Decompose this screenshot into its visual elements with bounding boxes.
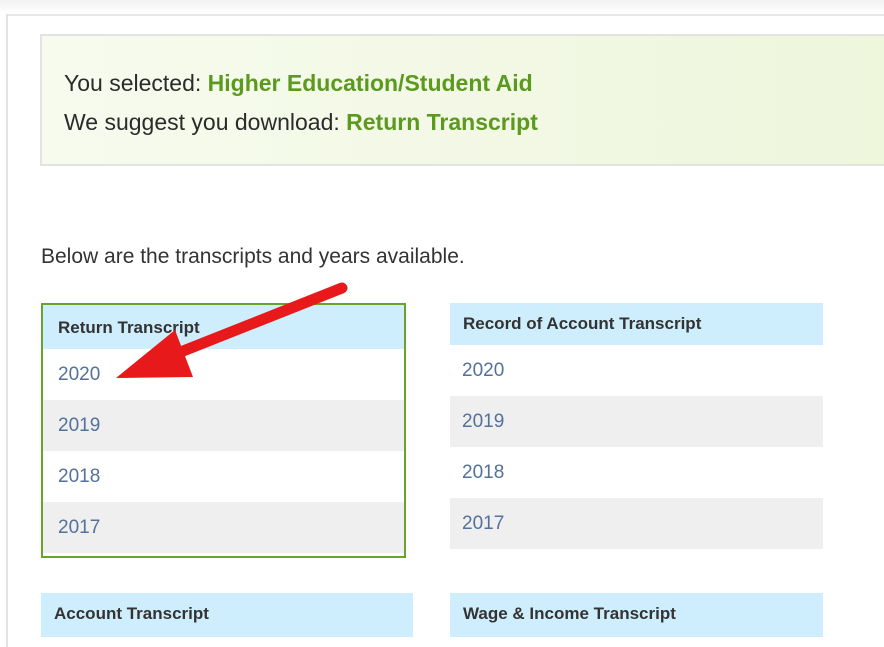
- record-year-2020-link[interactable]: 2020: [450, 345, 823, 396]
- left-divider: [6, 14, 8, 647]
- return-year-2020-link[interactable]: 2020: [43, 349, 404, 400]
- record-of-account-header: Record of Account Transcript: [450, 303, 823, 345]
- record-of-account-table: Record of Account Transcript 2020 2019 2…: [450, 303, 823, 551]
- selected-line: You selected: Higher Education/Student A…: [64, 70, 533, 97]
- intro-text: Below are the transcripts and years avai…: [41, 245, 465, 268]
- record-year-2017-link[interactable]: 2017: [450, 498, 823, 549]
- return-year-2019-link[interactable]: 2019: [43, 400, 404, 451]
- account-transcript-header: Account Transcript: [41, 593, 413, 637]
- selection-summary-box: You selected: Higher Education/Student A…: [40, 34, 884, 166]
- selected-value: Higher Education/Student Aid: [207, 70, 533, 96]
- record-year-2019-link[interactable]: 2019: [450, 396, 823, 447]
- return-transcript-table: Return Transcript 2020 2019 2018 2017: [41, 303, 406, 558]
- suggest-value: Return Transcript: [346, 109, 538, 135]
- suggest-line: We suggest you download: Return Transcri…: [64, 109, 538, 136]
- record-year-2018-link[interactable]: 2018: [450, 447, 823, 498]
- return-transcript-header: Return Transcript: [43, 305, 404, 349]
- suggest-prefix: We suggest you download:: [64, 109, 340, 135]
- selected-prefix: You selected:: [64, 70, 202, 96]
- wage-income-transcript-header: Wage & Income Transcript: [450, 593, 823, 637]
- page: You selected: Higher Education/Student A…: [0, 0, 884, 647]
- return-year-2018-link[interactable]: 2018: [43, 451, 404, 502]
- top-shade: [0, 0, 884, 14]
- top-divider: [6, 14, 884, 16]
- return-year-2017-link[interactable]: 2017: [43, 502, 404, 553]
